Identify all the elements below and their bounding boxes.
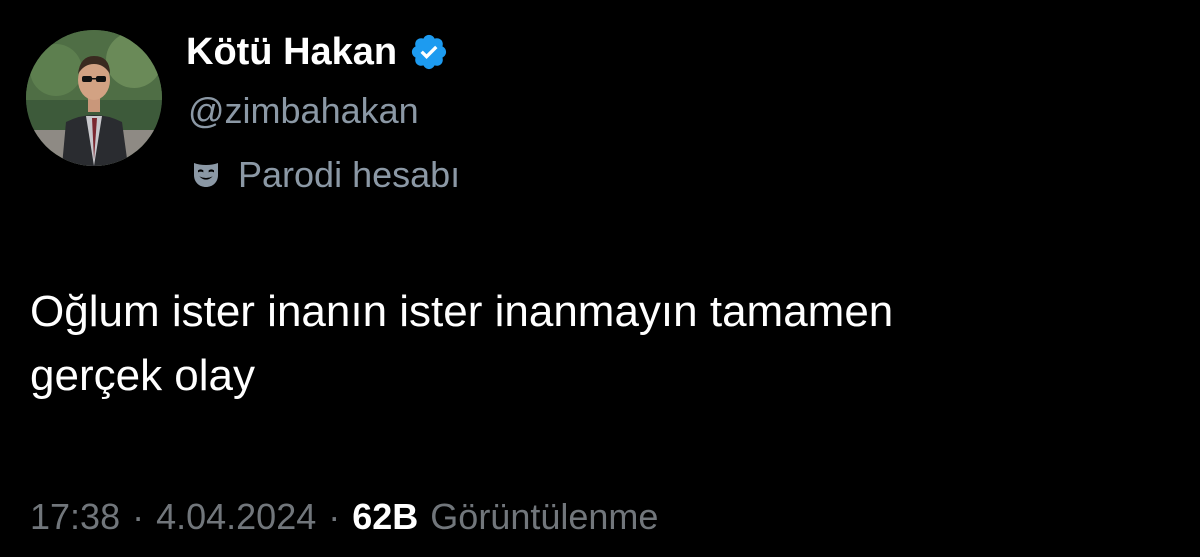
meta-separator: · <box>328 496 341 537</box>
tweet-meta: 17:38 · 4.04.2024 · 62B Görüntülenme <box>30 490 658 544</box>
meta-separator: · <box>132 496 145 537</box>
tweet-text: Oğlum ister inanın ister inanmayın tamam… <box>30 287 894 400</box>
author-avatar[interactable] <box>26 30 162 166</box>
views-count[interactable]: 62B <box>352 490 418 544</box>
account-label-text: Parodi hesabı <box>238 154 461 195</box>
tweet-time[interactable]: 17:38 <box>30 490 120 544</box>
author-display-name[interactable]: Kötü Hakan <box>186 26 397 78</box>
verified-badge-icon[interactable] <box>409 32 449 72</box>
avatar-photo <box>26 30 162 166</box>
account-label: Parodi hesabı <box>190 150 460 200</box>
tweet-date[interactable]: 4.04.2024 <box>156 490 316 544</box>
views-label: Görüntülenme <box>430 496 659 537</box>
parody-mask-icon <box>194 163 218 187</box>
author-name-row: Kötü Hakan <box>186 26 449 78</box>
author-handle[interactable]: @zimbahakan <box>188 86 419 136</box>
